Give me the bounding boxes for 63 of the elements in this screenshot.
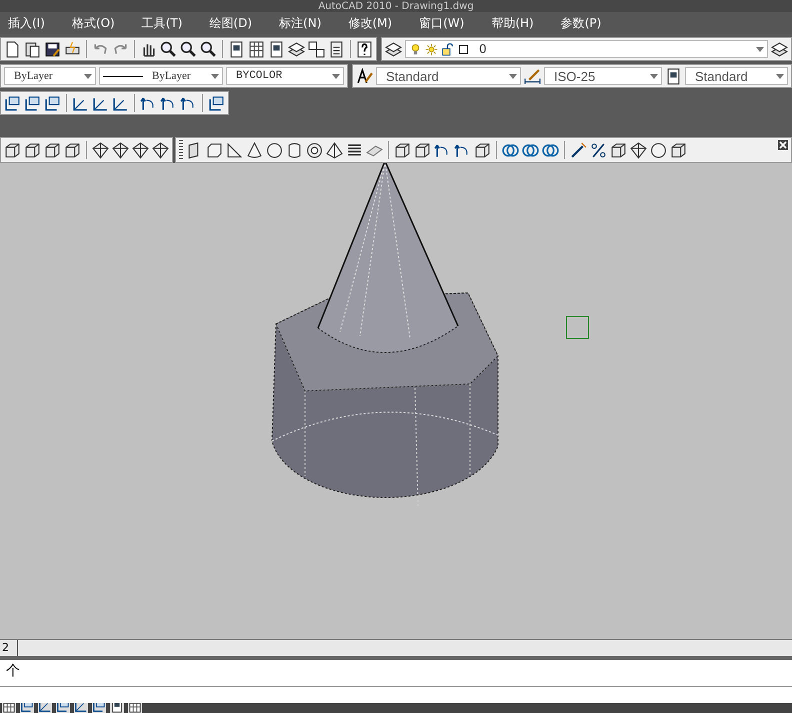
- pyramid-icon[interactable]: [326, 142, 343, 158]
- cube-icon[interactable]: [4, 142, 21, 158]
- ucs-icon[interactable]: [20, 703, 34, 713]
- lineweight-dropdown[interactable]: BYCOLOR: [226, 67, 344, 85]
- caret-icon: [650, 74, 658, 78]
- menu-item[interactable]: 参数(P): [560, 12, 612, 34]
- cube-icon[interactable]: [24, 142, 41, 158]
- cube-icon[interactable]: [44, 142, 61, 158]
- menu-item[interactable]: 帮助(H): [491, 12, 545, 34]
- cylinder-icon[interactable]: [286, 142, 303, 158]
- menu-item[interactable]: 格式(O): [72, 12, 126, 34]
- caret-icon: [84, 74, 92, 78]
- cube-icon[interactable]: [670, 142, 687, 158]
- color-swatch-icon: [457, 42, 470, 56]
- panel-icon[interactable]: [228, 40, 245, 58]
- panel-icon[interactable]: [268, 40, 285, 58]
- cube-icon[interactable]: [414, 142, 431, 158]
- menu-item[interactable]: 工具(T): [142, 12, 194, 34]
- axis-icon[interactable]: [74, 703, 88, 713]
- window-title: AutoCAD 2010 - Drawing1.dwg: [318, 1, 474, 12]
- axis-icon[interactable]: [38, 703, 52, 713]
- wedge-icon[interactable]: [226, 142, 243, 158]
- caret-icon: [509, 74, 517, 78]
- panel-icon[interactable]: [110, 703, 124, 713]
- menu-item[interactable]: 绘图(D): [209, 12, 264, 34]
- clipboard-icon[interactable]: [24, 40, 41, 58]
- caret-icon: [776, 74, 784, 78]
- menu-item[interactable]: 窗口(W): [419, 12, 476, 34]
- cube-icon[interactable]: [64, 142, 81, 158]
- cube-icon[interactable]: [394, 142, 411, 158]
- menu-item[interactable]: 修改(M): [348, 12, 404, 34]
- pickbox-icon: [566, 316, 589, 339]
- layers-icon[interactable]: [288, 40, 305, 58]
- caret-icon: [332, 74, 340, 78]
- cube-icon[interactable]: [474, 142, 491, 158]
- caret-icon: [756, 46, 764, 52]
- blocks-icon[interactable]: [308, 40, 325, 58]
- color-dropdown[interactable]: ByLayer: [4, 67, 96, 85]
- ucs-icon[interactable]: [92, 703, 106, 713]
- save-icon[interactable]: [44, 40, 61, 58]
- command-history-text: 个: [6, 663, 20, 679]
- layers-icon[interactable]: [771, 40, 788, 58]
- box-icon[interactable]: [206, 142, 223, 158]
- ucs-icon[interactable]: [56, 703, 70, 713]
- menu-item[interactable]: 插入(I): [8, 12, 56, 34]
- grid-icon[interactable]: [248, 40, 265, 58]
- caret-icon: [211, 74, 219, 78]
- cube-icon[interactable]: [610, 142, 627, 158]
- question-icon[interactable]: [356, 40, 373, 58]
- layers-icon[interactable]: [385, 40, 402, 58]
- grid-icon[interactable]: [2, 703, 16, 713]
- table-style-icon[interactable]: [665, 68, 682, 84]
- linetype-dropdown[interactable]: ByLayer: [99, 67, 223, 85]
- document-icon[interactable]: [4, 40, 21, 58]
- grid-icon[interactable]: [128, 703, 142, 713]
- layer-dropdown[interactable]: 0: [405, 40, 768, 58]
- torus-icon[interactable]: [306, 142, 323, 158]
- close-icon[interactable]: [778, 140, 788, 150]
- table-style-dropdown[interactable]: Standard: [685, 67, 788, 85]
- dimension-style-dropdown[interactable]: ISO-25: [544, 67, 662, 85]
- cone-icon[interactable]: [246, 142, 263, 158]
- menu-item[interactable]: 标注(N): [279, 12, 332, 34]
- text-style-dropdown[interactable]: Standard: [376, 67, 521, 85]
